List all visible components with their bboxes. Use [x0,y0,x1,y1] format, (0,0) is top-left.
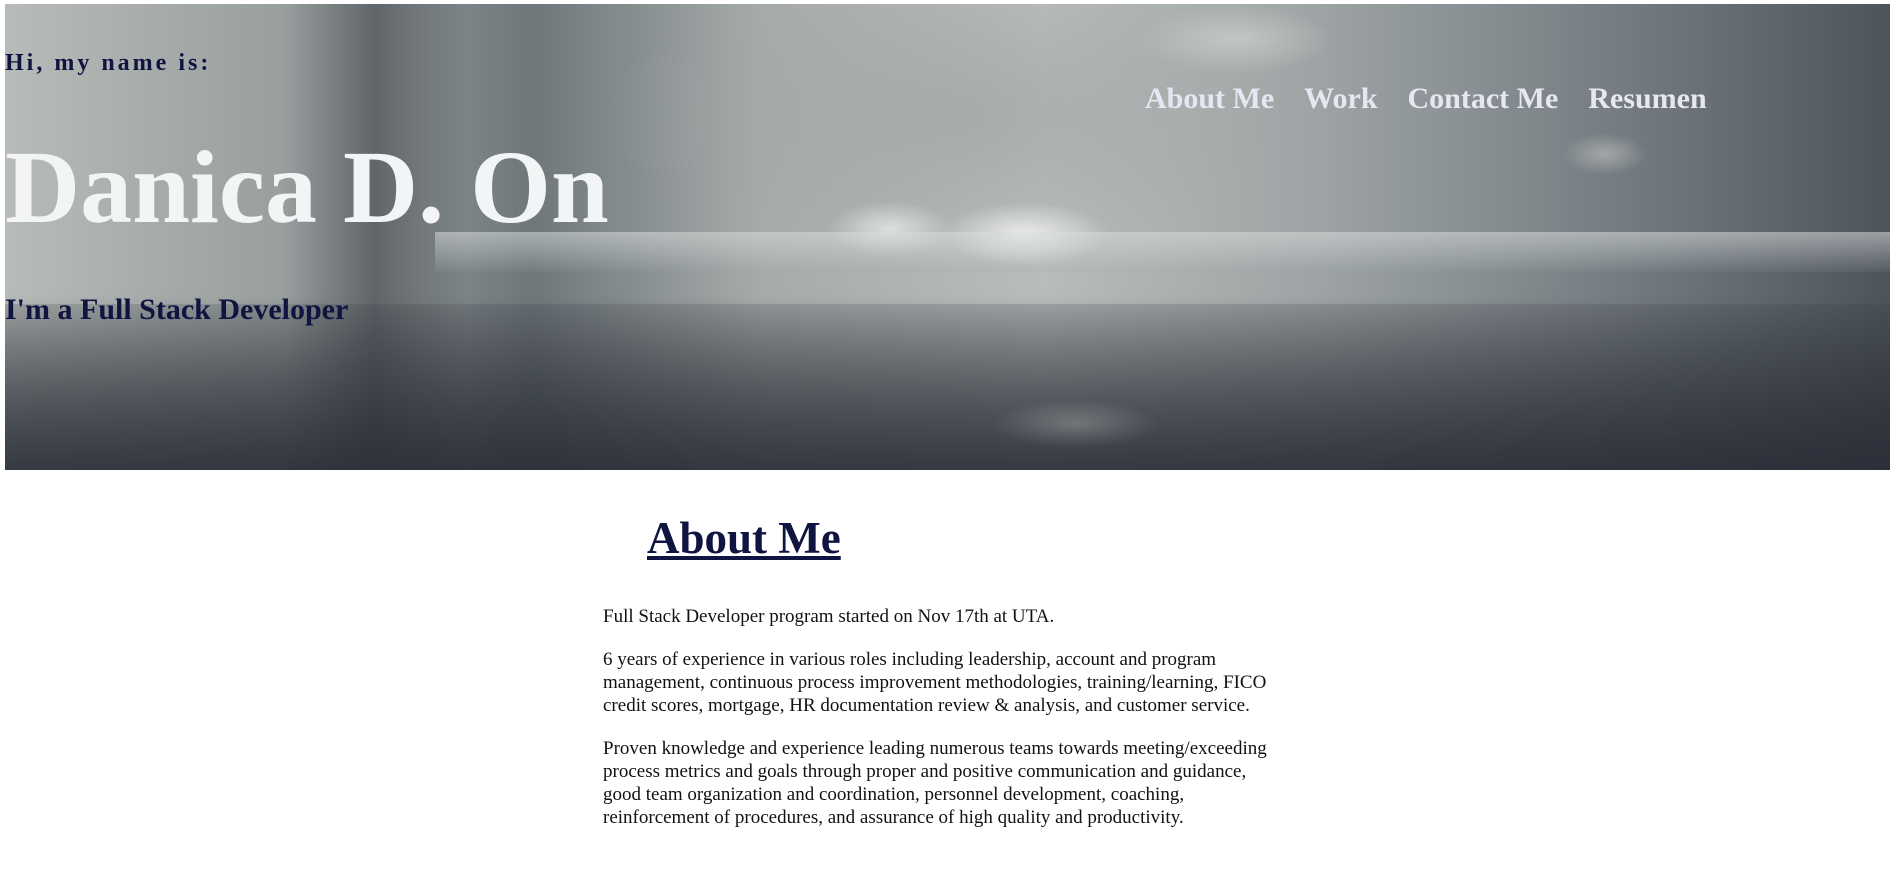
about-paragraph: Proven knowledge and experience leading … [603,738,1267,828]
hero-background-band [435,232,1890,272]
nav-link-contact-me[interactable]: Contact Me [1408,82,1559,116]
hero-background-shade [5,304,1890,470]
about-body: Full Stack Developer program started on … [603,605,1283,849]
about-title: About Me [647,513,841,563]
hero-tagline: I'm a Full Stack Developer [5,293,349,326]
hero-greeting: Hi, my name is: [5,50,212,76]
about-paragraph: 6 years of experience in various roles i… [603,649,1267,716]
nav-link-resumen[interactable]: Resumen [1588,82,1706,116]
about-paragraph: Full Stack Developer program started on … [603,606,1055,627]
hero-name: Danica D. On [5,130,609,245]
nav-link-about-me[interactable]: About Me [1145,82,1274,116]
main-nav: About Me Work Contact Me Resumen [1145,82,1707,116]
hero-banner: Hi, my name is: Danica D. On I'm a Full … [5,4,1890,470]
nav-link-work[interactable]: Work [1304,82,1377,116]
